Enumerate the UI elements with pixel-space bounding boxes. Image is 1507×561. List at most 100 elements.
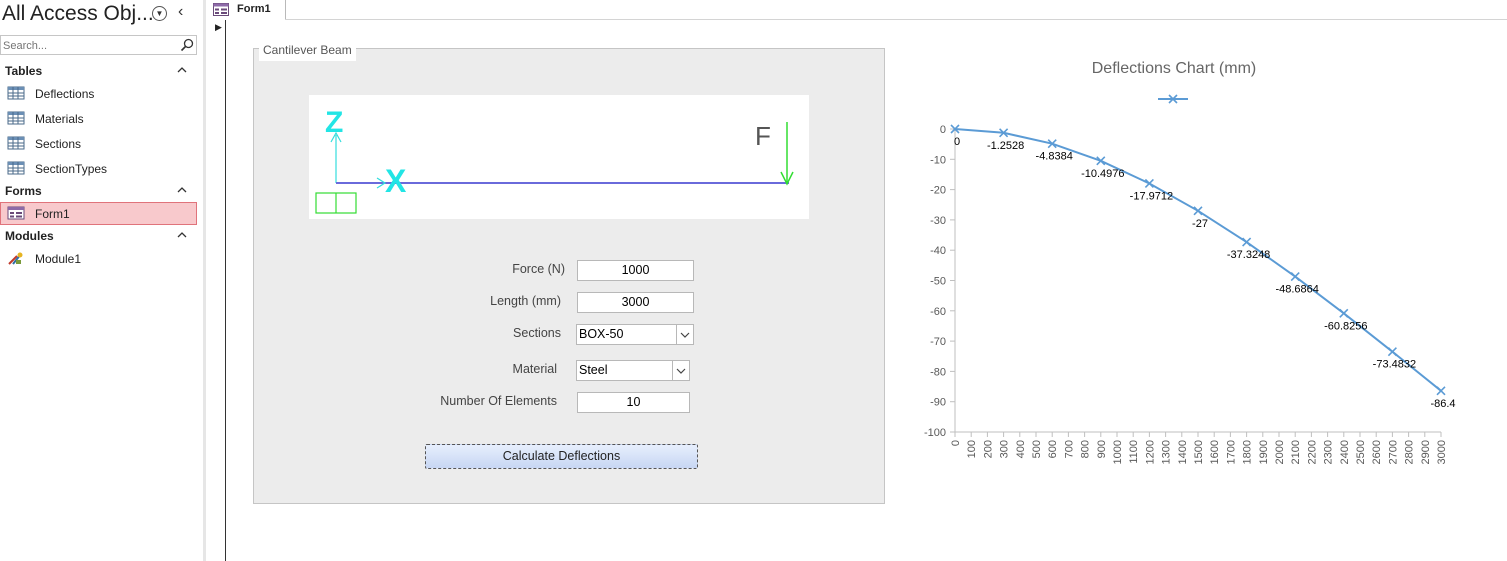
x-tick-label: 100: [966, 440, 978, 458]
data-label: -86.4: [1430, 398, 1455, 410]
material-combo[interactable]: Steel: [576, 360, 690, 381]
nav-header[interactable]: All Access Obj... ▼ ‹: [0, 0, 199, 32]
nav-search-box[interactable]: [0, 35, 197, 55]
x-tick-label: 2200: [1306, 440, 1318, 464]
tab-strip-divider: [285, 19, 1507, 20]
x-tick-label: 1200: [1144, 440, 1156, 464]
x-tick-label: 1800: [1242, 440, 1254, 464]
data-label: -1.2528: [987, 140, 1024, 152]
data-label: 0: [954, 136, 960, 148]
force-label-text: Force (N): [512, 262, 565, 276]
x-tick-label: 1600: [1209, 440, 1221, 464]
x-tick-label: 1300: [1161, 440, 1173, 464]
elements-input[interactable]: 10: [577, 392, 690, 413]
record-selector[interactable]: [207, 20, 226, 561]
nav-item-label: Form1: [35, 207, 70, 221]
x-tick-label: 1100: [1128, 440, 1140, 464]
x-tick-label: 2900: [1420, 440, 1432, 464]
x-tick-label: 3000: [1436, 440, 1448, 464]
beam-diagram: Z X F: [309, 95, 809, 219]
search-icon[interactable]: [179, 37, 195, 53]
nav-item-sectiontypes[interactable]: SectionTypes: [0, 157, 197, 180]
table-icon: [7, 86, 25, 100]
group-modules[interactable]: Modules: [0, 226, 199, 246]
y-tick-label: -90: [930, 397, 946, 409]
tab-form1[interactable]: Form1: [207, 0, 286, 20]
chevron-up-icon[interactable]: [174, 226, 190, 244]
x-tick-label: 1500: [1193, 440, 1205, 464]
y-tick-label: -20: [930, 185, 946, 197]
form-icon: [213, 3, 229, 16]
nav-menu-dropdown-icon[interactable]: ▼: [152, 6, 167, 21]
data-point: [1290, 271, 1300, 282]
group-label: Forms: [5, 184, 42, 198]
data-label: -17.9712: [1130, 190, 1173, 202]
x-tick-label: 200: [982, 440, 994, 458]
chevron-down-icon[interactable]: [676, 325, 693, 344]
y-tick-label: -70: [930, 336, 946, 348]
chevron-up-icon[interactable]: [174, 181, 190, 199]
nav-collapse-icon[interactable]: ‹: [178, 3, 183, 21]
chevron-down-icon[interactable]: [672, 361, 689, 380]
x-tick-label: 2100: [1290, 440, 1302, 464]
calculate-deflections-button[interactable]: Calculate Deflections: [425, 444, 698, 469]
series-line: [954, 128, 1442, 392]
x-tick-label: 2400: [1339, 440, 1351, 464]
sections-combo[interactable]: BOX-50: [576, 324, 694, 345]
nav-item-materials[interactable]: Materials: [0, 107, 197, 130]
search-input[interactable]: [3, 38, 173, 53]
data-label: -73.4832: [1373, 359, 1416, 371]
x-axis-label: X: [385, 163, 407, 199]
nav-item-deflections[interactable]: Deflections: [0, 82, 197, 105]
z-axis-label: Z: [325, 106, 343, 139]
x-tick-label: 1700: [1225, 440, 1237, 464]
group-tables[interactable]: Tables: [0, 61, 199, 81]
form-icon: [7, 206, 25, 220]
group-label: Modules: [5, 229, 54, 243]
nav-item-label: Module1: [35, 252, 82, 266]
nav-item-sections[interactable]: Sections: [0, 132, 197, 155]
group-forms[interactable]: Forms: [0, 181, 199, 201]
sections-value: BOX-50: [579, 327, 624, 341]
tab-label: Form1: [237, 3, 271, 15]
nav-title[interactable]: All Access Obj...: [2, 2, 154, 26]
x-tick-label: 500: [1031, 440, 1043, 458]
chevron-up-icon[interactable]: [174, 61, 190, 79]
y-tick-label: -30: [930, 215, 946, 227]
material-label-text: Material: [512, 362, 557, 376]
x-tick-label: 1000: [1112, 440, 1124, 464]
x-tick-label: 1900: [1258, 440, 1270, 464]
nav-item-form1[interactable]: Form1: [0, 202, 197, 225]
chart-legend: [1158, 94, 1188, 104]
x-tick-label: 300: [999, 440, 1011, 458]
chart-title: Deflections Chart (mm): [1092, 60, 1256, 77]
x-tick-label: 2600: [1371, 440, 1383, 464]
x-tick-label: 2300: [1323, 440, 1335, 464]
nav-item-label: Deflections: [35, 87, 95, 101]
nav-item-module1[interactable]: Module1: [0, 247, 197, 270]
length-input[interactable]: 3000: [577, 292, 694, 313]
nav-item-label: SectionTypes: [35, 162, 108, 176]
length-label-text: Length (mm): [490, 294, 561, 308]
x-tick-label: 2800: [1404, 440, 1416, 464]
nav-pane-splitter[interactable]: [203, 0, 206, 561]
force-label: F: [755, 121, 771, 151]
x-tick-label: 800: [1080, 440, 1092, 458]
data-label: -60.8256: [1324, 320, 1367, 332]
material-value: Steel: [579, 363, 608, 377]
table-icon: [7, 136, 25, 150]
x-tick-label: 2500: [1355, 440, 1367, 464]
deflections-chart: Deflections Chart (mm) 0 -10 -20 -30 -40 -50 -…: [924, 60, 1456, 464]
chart-axes: 0 -10 -20 -30 -40 -50 -60 -70 -80 -90 -100 0 100 200 3…: [924, 124, 1448, 464]
data-point: [1193, 206, 1203, 216]
x-tick-label: 2000: [1274, 440, 1286, 464]
x-tick-label: 700: [1063, 440, 1075, 458]
data-label: -37.3248: [1227, 249, 1270, 261]
nav-item-label: Sections: [35, 137, 82, 151]
data-label: -4.8384: [1036, 151, 1073, 163]
y-tick-label: -40: [930, 245, 946, 257]
y-tick-label: -80: [930, 366, 946, 378]
x-tick-label: 0: [950, 440, 962, 446]
force-input[interactable]: 1000: [577, 260, 694, 281]
elements-label-text: Number Of Elements: [440, 394, 557, 408]
